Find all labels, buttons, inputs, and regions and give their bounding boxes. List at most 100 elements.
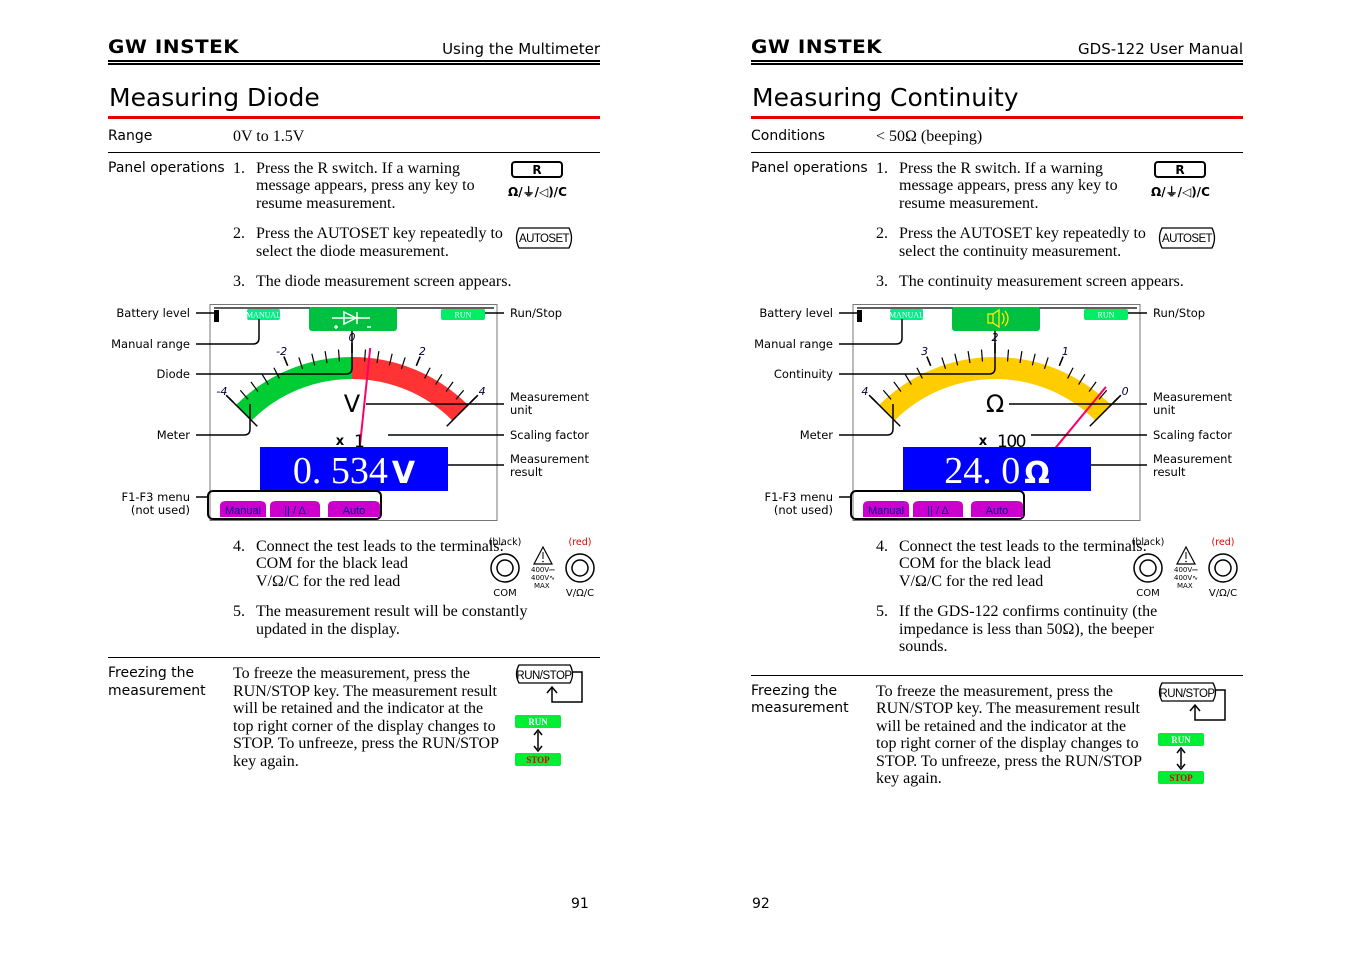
callout-manual-range: Manual range: [111, 337, 190, 351]
svg-text:|| / Δ: || / Δ: [927, 505, 949, 517]
step-2: 2. Press the AUTOSET key repeatedly to s…: [876, 225, 1243, 260]
com-label: COM: [1136, 588, 1159, 599]
f2-menu-button[interactable]: || / Δ: [913, 500, 963, 517]
step-number: 4.: [233, 537, 245, 555]
page-title: Measuring Continuity: [751, 82, 1243, 119]
step-number: 3.: [876, 273, 888, 290]
header-title: GDS-122 User Manual: [1078, 40, 1243, 58]
freezing-row: Freezing the measurement To freeze the me…: [751, 676, 1243, 788]
callout-run-stop: Run/Stop: [1153, 306, 1205, 320]
gw-instek-logo: GW INSTEK: [751, 36, 883, 58]
page-header: GW INSTEK Using the Multimeter: [108, 36, 600, 65]
f2-menu-button[interactable]: || / Δ: [270, 500, 320, 517]
stop-indicator: STOP: [526, 755, 550, 765]
step-number: 1.: [876, 159, 888, 177]
step-text: The continuity measurement screen appear…: [899, 273, 1184, 290]
measurement-unit: Ω: [986, 390, 1004, 418]
f3-menu-button[interactable]: Auto: [971, 500, 1023, 517]
step-4: 4. Connect the test leads to the termina…: [233, 537, 600, 599]
rating-max: MAX: [1177, 582, 1193, 590]
run-indicator: RUN: [1171, 735, 1191, 745]
header-title: Using the Multimeter: [442, 40, 600, 58]
freezing-text: To freeze the measurement, press the RUN…: [233, 665, 499, 770]
f1-menu-button[interactable]: Manual: [220, 500, 266, 517]
step-number: 2.: [876, 225, 888, 242]
black-lead-label: (black): [489, 537, 522, 548]
callout-battery-level: Battery level: [759, 306, 833, 320]
meter-tick-label: -2: [276, 345, 287, 358]
measurement-result: 0. 534 V: [293, 450, 416, 492]
step-number: 2.: [233, 225, 245, 242]
black-lead-label: (black): [1132, 537, 1165, 548]
spec-row: Range 0V to 1.5V: [108, 119, 600, 153]
callout-mode: Continuity: [774, 367, 833, 381]
spec-row: Conditions < 50Ω (beeping): [751, 119, 1243, 153]
callout-measurement-unit-2: unit: [510, 403, 533, 417]
step-text: Press the AUTOSET key repeatedly to sele…: [899, 225, 1146, 260]
spec-value: 0V to 1.5V: [233, 128, 305, 145]
input-terminals-icon: (black) (red) 400V⎓ 400V∿ MAX COM V/Ω/C: [489, 537, 595, 599]
step-number: 4.: [876, 537, 888, 555]
svg-text:Manual: Manual: [868, 505, 904, 517]
battery-level-icon: [214, 309, 219, 322]
r-switch-key-icon: R Ω/⏚/◁)/C: [1151, 160, 1210, 199]
freezing-text: To freeze the measurement, press the RUN…: [876, 682, 1142, 788]
step-3: 3. The diode measurement screen appears.: [233, 273, 600, 291]
step-5: 5. The measurement result will be consta…: [233, 603, 600, 638]
meter-tick-label: 2: [419, 345, 426, 358]
page-number: 92: [752, 896, 770, 912]
callout-scaling-factor: Scaling factor: [510, 428, 589, 442]
page-title: Measuring Diode: [108, 82, 600, 119]
run-stop-icon: RUN/STOP RUN STOP: [515, 664, 583, 766]
rating-ac: 400V∿: [1174, 574, 1198, 582]
run-stop-icon: RUN/STOP RUN STOP: [1158, 681, 1226, 784]
page-header: GW INSTEK GDS-122 User Manual: [751, 36, 1243, 65]
step-1: 1. Press the R switch. If a warning mess…: [233, 160, 600, 213]
left-page: GW INSTEK Using the Multimeter Measuring…: [108, 36, 600, 770]
meter-tick-label: 4: [479, 384, 486, 397]
f1-menu-button[interactable]: Manual: [863, 500, 909, 517]
r-switch-key-icon: R Ω/⏚/◁)/C: [508, 160, 567, 199]
svg-text:Auto: Auto: [343, 505, 366, 517]
rating-max: MAX: [534, 582, 550, 590]
panel-operations-row: Panel operations 1. Press the R switch. …: [751, 153, 1243, 676]
step-text: The diode measurement screen appears.: [256, 273, 512, 290]
meter-tick-label: 4: [861, 384, 868, 397]
warning-triangle-icon: [533, 545, 553, 565]
v-ohm-c-label: V/Ω/C: [1209, 588, 1237, 599]
f3-menu-button[interactable]: Auto: [328, 500, 380, 517]
svg-text:|| / Δ: || / Δ: [284, 505, 306, 517]
rating-dc: 400V⎓: [531, 566, 555, 574]
scaling-prefix: x: [336, 434, 345, 449]
red-lead-label: (red): [1212, 537, 1235, 548]
autoset-key-label: AUTOSET: [519, 233, 569, 245]
display-diagram: 4 3 2 1 0 MANUAL RUN Ωx 100 24. 0 Ω Manual || / Δ Aut…: [751, 303, 1243, 530]
svg-text:Auto: Auto: [986, 505, 1009, 517]
rating-dc: 400V⎓: [1174, 566, 1198, 574]
r-key-label: R: [532, 163, 541, 177]
step-text: If the GDS-122 confirms continuity (the …: [899, 603, 1158, 655]
right-page: GW INSTEK GDS-122 User Manual Measuring …: [751, 36, 1243, 788]
r-key-label: R: [1175, 163, 1184, 177]
step-number: 5.: [876, 603, 888, 620]
step-5: 5. If the GDS-122 confirms continuity (t…: [876, 603, 1243, 656]
v-ohm-c-terminal-icon: [1208, 552, 1238, 583]
battery-level-icon: [857, 309, 862, 322]
step-4: 4. Connect the test leads to the termina…: [876, 537, 1243, 599]
run-stop-key-label: RUN/STOP: [1159, 688, 1215, 700]
meter-tick-label: -4: [216, 384, 227, 397]
panel-operations-row: Panel operations 1. Press the R switch. …: [108, 153, 600, 658]
callout-meter: Meter: [157, 428, 191, 442]
freezing-label: Freezing the measurement: [751, 682, 849, 717]
display-diagram: -4 -2 0 2 4 MANUAL RUN Vx 1 0. 534 V Manual || / Δ Au…: [108, 303, 600, 530]
com-terminal-icon: [490, 552, 520, 583]
autoset-key-icon: AUTOSET: [515, 227, 573, 249]
warning-triangle-icon: [1176, 545, 1196, 565]
callout-battery-level: Battery level: [116, 306, 190, 320]
measurement-unit: V: [344, 390, 361, 418]
step-text: The measurement result will be constantl…: [256, 603, 528, 638]
manual-range-badge: MANUAL: [246, 310, 281, 319]
stop-indicator: STOP: [1169, 773, 1193, 783]
meter-tick-label: 1: [1062, 345, 1069, 358]
callout-measurement-result-2: result: [1153, 465, 1186, 479]
